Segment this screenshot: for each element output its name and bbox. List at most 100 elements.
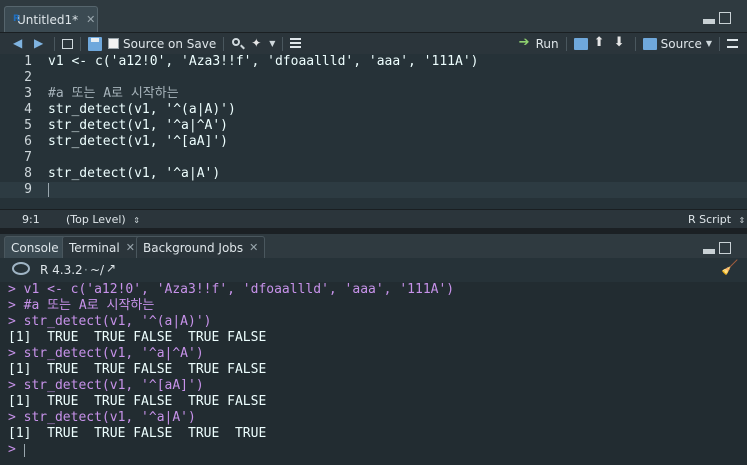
code-text: str_detect(v1, '^(a|A)') bbox=[48, 102, 236, 117]
code-text: v1 <- c('a12!0', 'Aza3!!f', 'dfoaallld',… bbox=[48, 54, 479, 69]
code-text: str_detect(v1, '^a|A') bbox=[48, 166, 221, 181]
line-number: 8 bbox=[24, 166, 32, 181]
notebook-icon bbox=[290, 37, 302, 50]
editor-window-controls bbox=[703, 12, 731, 24]
find-button[interactable] bbox=[228, 35, 248, 53]
editor-tab-bar: Untitled1* ✕ bbox=[0, 0, 747, 33]
file-type-label: R Script bbox=[688, 213, 732, 226]
source-on-save-checkbox[interactable] bbox=[108, 38, 119, 49]
go-to-directory-icon[interactable]: ↗ bbox=[106, 261, 116, 275]
r-logo-icon bbox=[12, 262, 30, 275]
save-button[interactable] bbox=[85, 35, 105, 53]
tab-label: Background Jobs bbox=[143, 240, 244, 255]
tab-title: Untitled1* bbox=[17, 12, 79, 27]
line-number: 1 bbox=[24, 54, 32, 69]
console-output-line: [1] TRUE TRUE FALSE TRUE TRUE bbox=[8, 426, 267, 441]
toolbar-divider bbox=[719, 36, 720, 51]
source-button[interactable]: Source ▼ bbox=[640, 35, 715, 53]
arrow-up-icon bbox=[594, 35, 608, 51]
code-text: str_detect(v1, '^a|^A') bbox=[48, 118, 229, 133]
editor-menu-button[interactable] bbox=[724, 35, 741, 53]
arrow-down-icon bbox=[614, 35, 628, 51]
r-version: R 4.3.2 bbox=[40, 263, 83, 277]
toolbar-divider bbox=[282, 36, 284, 51]
tab-background-jobs[interactable]: Background Jobs ✕ bbox=[136, 236, 266, 258]
popout-icon bbox=[62, 38, 73, 49]
code-comment: #a 또는 A로 시작하는 bbox=[48, 86, 179, 101]
chevron-updown-icon: ⇕ bbox=[738, 216, 746, 225]
console-output-line: [1] TRUE TRUE FALSE TRUE FALSE bbox=[8, 330, 267, 345]
code-line: 6 str_detect(v1, '^[aA]') bbox=[0, 134, 747, 150]
chevron-down-icon: ▼ bbox=[269, 39, 276, 48]
console-command: > str_detect(v1, '^a|^A') bbox=[8, 346, 204, 361]
run-arrow-icon bbox=[519, 35, 533, 51]
code-text: str_detect(v1, '^[aA]') bbox=[48, 134, 229, 149]
tab-label: Console bbox=[11, 240, 59, 255]
console-tab-bar: Console Terminal ✕ Background Jobs ✕ bbox=[0, 234, 747, 258]
source-editor-pane: Untitled1* ✕ Source on Save ▼ Run bbox=[0, 0, 747, 229]
minimize-icon[interactable] bbox=[703, 249, 715, 254]
scope-selector[interactable]: (Top Level) ⇕ bbox=[66, 213, 140, 226]
line-number: 3 bbox=[24, 86, 32, 101]
close-icon[interactable]: ✕ bbox=[86, 13, 95, 26]
scope-label: (Top Level) bbox=[66, 213, 126, 226]
compile-report-button[interactable] bbox=[287, 35, 304, 53]
chevron-updown-icon: ⇕ bbox=[133, 216, 140, 225]
source-on-save-toggle[interactable]: Source on Save bbox=[105, 35, 219, 53]
console-command: > str_detect(v1, '^(a|A)') bbox=[8, 314, 212, 329]
console-output-line: [1] TRUE TRUE FALSE TRUE FALSE bbox=[8, 362, 267, 377]
tab-untitled1[interactable]: Untitled1* ✕ bbox=[4, 6, 98, 32]
code-line: 8 str_detect(v1, '^a|A') bbox=[0, 166, 747, 182]
console-command: > v1 <- c('a12!0', 'Aza3!!f', 'dfoaallld… bbox=[8, 282, 455, 297]
line-number: 7 bbox=[24, 150, 32, 165]
file-type-selector[interactable]: R Script ⇕ bbox=[688, 213, 745, 226]
maximize-icon[interactable] bbox=[719, 12, 731, 24]
save-icon bbox=[88, 36, 102, 51]
magic-wand-icon bbox=[251, 36, 265, 51]
code-line: 5 str_detect(v1, '^a|^A') bbox=[0, 118, 747, 134]
tab-label: Terminal bbox=[69, 240, 120, 255]
source-on-save-label: Source on Save bbox=[123, 36, 217, 51]
close-icon[interactable]: ✕ bbox=[126, 241, 135, 254]
show-in-window-button[interactable] bbox=[59, 35, 76, 53]
cursor-position: 9:1 bbox=[22, 213, 40, 226]
source-icon bbox=[642, 37, 657, 50]
code-line: 2 bbox=[0, 70, 747, 86]
code-tools-button[interactable]: ▼ bbox=[248, 35, 278, 53]
hamburger-icon bbox=[727, 39, 738, 48]
back-arrow-icon bbox=[13, 36, 27, 51]
next-section-button[interactable] bbox=[611, 35, 631, 53]
run-button[interactable]: Run bbox=[516, 35, 562, 53]
run-label: Run bbox=[535, 36, 559, 51]
previous-section-button[interactable] bbox=[591, 35, 611, 53]
tab-console[interactable]: Console bbox=[4, 236, 66, 258]
working-directory[interactable]: ~/ bbox=[90, 263, 104, 277]
console-cursor bbox=[24, 444, 25, 457]
code-editor[interactable]: 1 v1 <- c('a12!0', 'Aza3!!f', 'dfoaallld'… bbox=[0, 54, 747, 209]
separator-dot: · bbox=[84, 263, 88, 277]
tab-terminal[interactable]: Terminal ✕ bbox=[62, 236, 142, 258]
code-line: 7 bbox=[0, 150, 747, 166]
line-number: 6 bbox=[24, 134, 32, 149]
console-command: > str_detect(v1, '^[aA]') bbox=[8, 378, 204, 393]
minimize-icon[interactable] bbox=[703, 19, 715, 24]
console-output[interactable]: > v1 <- c('a12!0', 'Aza3!!f', 'dfoaallld… bbox=[0, 282, 747, 465]
text-cursor bbox=[48, 183, 49, 197]
code-line: 3 #a 또는 A로 시작하는 bbox=[0, 86, 747, 102]
line-number: 5 bbox=[24, 118, 32, 133]
console-output-line: [1] TRUE TRUE FALSE TRUE FALSE bbox=[8, 394, 267, 409]
chevron-down-icon[interactable]: ▼ bbox=[706, 39, 712, 48]
console-prompt-input[interactable]: > bbox=[8, 442, 24, 458]
close-icon[interactable]: ✕ bbox=[249, 241, 258, 254]
editor-toolbar: Source on Save ▼ Run Source ▼ bbox=[0, 33, 747, 54]
search-icon bbox=[231, 37, 245, 51]
forward-button[interactable] bbox=[30, 35, 50, 53]
editor-status-bar: 9:1 (Top Level) ⇕ R Script ⇕ bbox=[0, 209, 747, 229]
console-info-bar: R 4.3.2 · ~/ ↗ 🧹 bbox=[0, 258, 747, 282]
back-button[interactable] bbox=[10, 35, 30, 53]
console-pane: Console Terminal ✕ Background Jobs ✕ R 4.3… bbox=[0, 234, 747, 465]
broom-clear-icon[interactable]: 🧹 bbox=[721, 260, 738, 276]
rerun-button[interactable] bbox=[571, 35, 591, 53]
maximize-icon[interactable] bbox=[719, 242, 731, 254]
console-command: > str_detect(v1, '^a|A') bbox=[8, 410, 196, 425]
